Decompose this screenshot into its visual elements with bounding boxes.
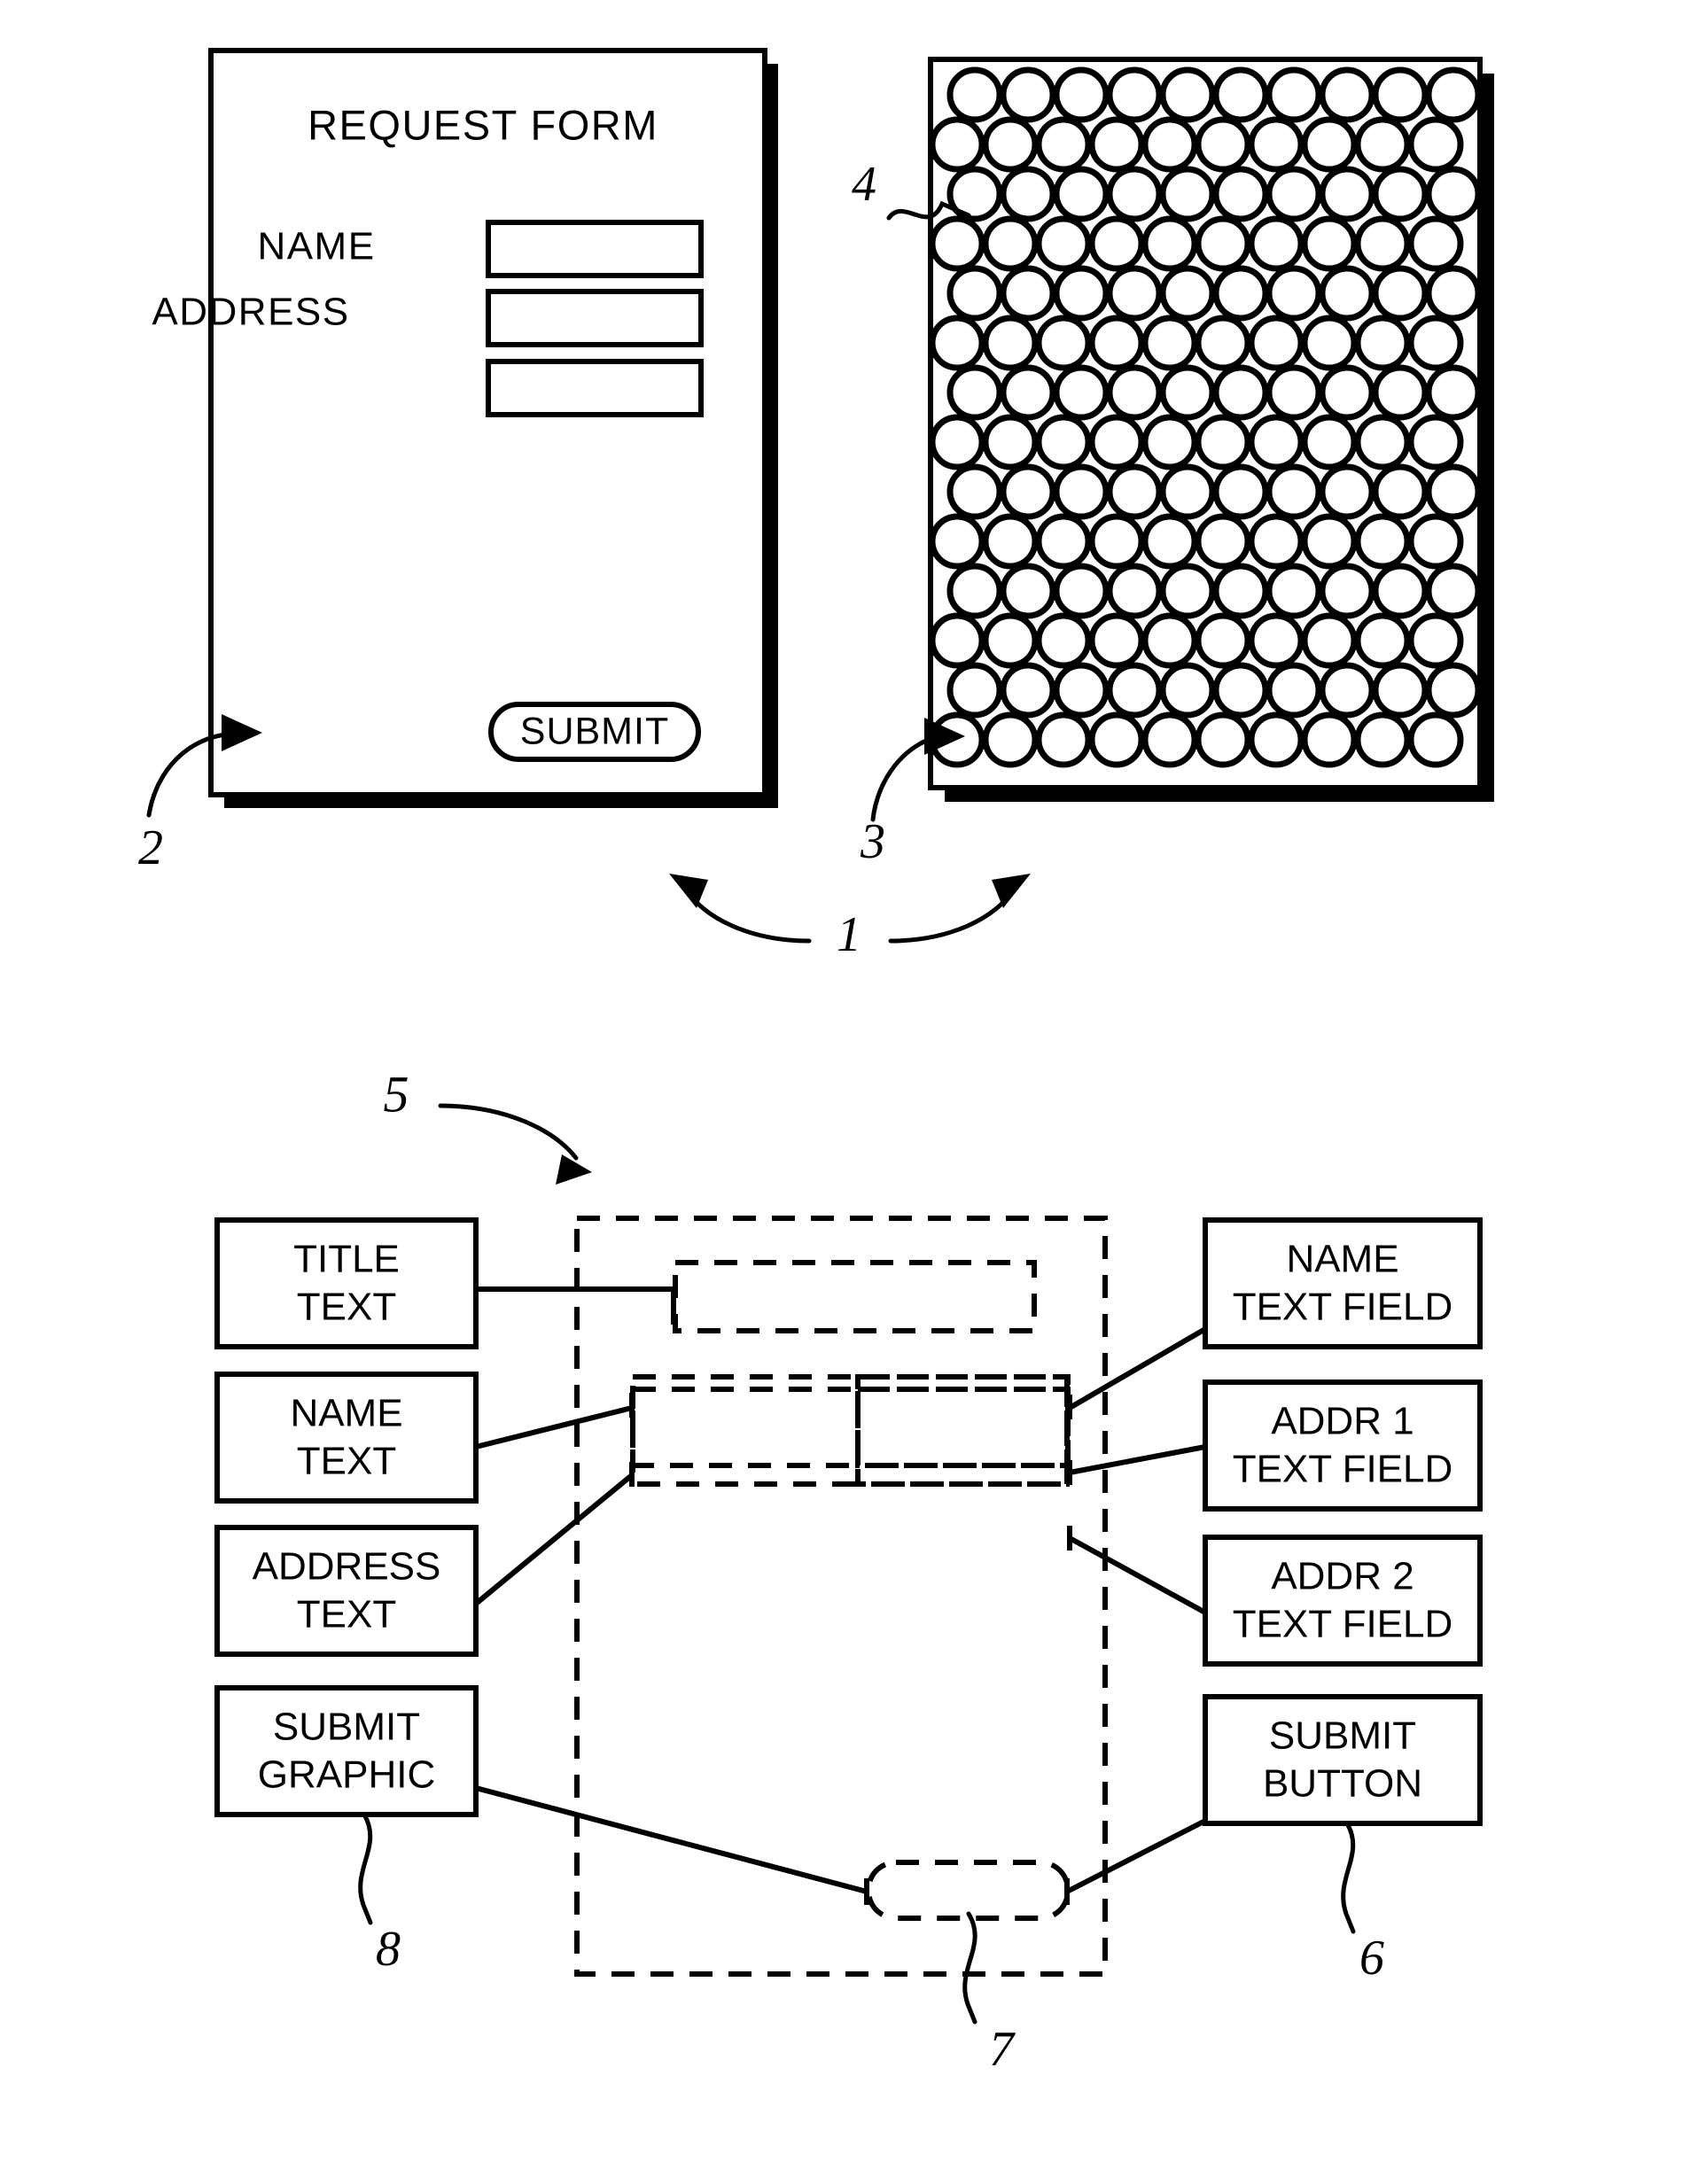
submit-object-outline (866, 1860, 1071, 1921)
connector-submit-graphic (475, 1785, 868, 1894)
reference-numeral-7: 7 (989, 2022, 1016, 2077)
request-form-title: REQUEST FORM (308, 101, 658, 148)
form-name-input[interactable] (486, 220, 704, 278)
reference-numeral-5: 5 (384, 1065, 409, 1123)
leader-7-curve (962, 1911, 977, 2025)
left-text-objects-outline-2 (630, 1387, 1070, 1487)
leader-8-group: 8 (358, 1812, 401, 1977)
box-addr-1-text-field-line2: TEXT FIELD (1233, 1448, 1453, 1491)
box-addr-2-text-field-line1: ADDR 2 (1271, 1555, 1414, 1598)
connector-addr-1-text-field (1069, 1444, 1206, 1475)
leader-5-group: 5 (384, 1065, 592, 1185)
reference-numeral-6: 6 (1359, 1931, 1384, 1986)
title-text-object-outline (673, 1260, 1037, 1333)
halftone-panel-group (928, 57, 1494, 802)
box-addr-2-text-field-line2: TEXT FIELD (1233, 1603, 1453, 1646)
box-name-text-line1: NAME (290, 1392, 402, 1435)
form-address-line1-input[interactable] (486, 289, 704, 347)
form-name-label: NAME (257, 225, 375, 268)
leader-8-curve (358, 1812, 373, 1925)
reference-numeral-2: 2 (138, 820, 163, 875)
box-address-text-line2: TEXT (297, 1593, 396, 1636)
form-submit-button-label: SUBMIT (520, 710, 669, 752)
box-submit-graphic-line1: SUBMIT (273, 1706, 420, 1749)
leader-1-left-curve (681, 883, 812, 944)
connector-addr-2-text-field (1068, 1535, 1207, 1615)
leader-7-group: 7 (962, 1911, 1016, 2077)
right-field-objects-outline-2 (855, 1387, 1071, 1487)
box-addr-1-text-field-line1: ADDR 1 (1271, 1400, 1414, 1443)
reference-numeral-8: 8 (376, 1922, 401, 1977)
figure-canvas: REQUEST FORM NAME ADDRESS SUBMIT 2 4 3 1… (138, 48, 1494, 2077)
box-name-text-field-line1: NAME (1286, 1238, 1398, 1281)
connector-lines-group (474, 1286, 1207, 1905)
connector-submit-button (1065, 1818, 1207, 1894)
leader-1-group: 1 (669, 874, 1031, 962)
box-title-text-line1: TITLE (293, 1238, 400, 1281)
leader-6-curve (1341, 1821, 1356, 1934)
form-address-line2-input[interactable] (486, 359, 704, 417)
reference-numeral-3: 3 (860, 814, 885, 869)
leader-6-group: 6 (1341, 1821, 1384, 1986)
left-column-group: TITLE TEXT NAME TEXT ADDRESS TEXT SUBMIT… (214, 1217, 479, 1817)
connector-address-text (474, 1473, 634, 1606)
box-submit-button-line1: SUBMIT (1269, 1714, 1416, 1758)
leader-5-arrowhead (556, 1154, 592, 1185)
request-form-page (208, 48, 767, 797)
leader-1-left-arrowhead (669, 874, 708, 908)
reference-numeral-1: 1 (837, 907, 861, 962)
box-submit-graphic-line2: GRAPHIC (258, 1753, 435, 1797)
connector-name-text (475, 1405, 633, 1450)
box-name-text-line2: TEXT (297, 1440, 396, 1483)
box-title-text-line2: TEXT (297, 1286, 396, 1329)
request-form-group: REQUEST FORM NAME ADDRESS SUBMIT (152, 48, 778, 808)
reference-numeral-4: 4 (852, 157, 876, 212)
leader-1-right-curve (888, 883, 1018, 944)
connector-name-text-field (1068, 1326, 1207, 1411)
form-address-label: ADDRESS (152, 291, 349, 334)
box-submit-button-line2: BUTTON (1263, 1762, 1422, 1806)
patent-figure: REQUEST FORM NAME ADDRESS SUBMIT 2 4 3 1… (0, 0, 1690, 2184)
right-column-group: NAME TEXT FIELD ADDR 1 TEXT FIELD ADDR 2… (1203, 1217, 1483, 1826)
leader-1-right-arrowhead (992, 874, 1031, 908)
box-name-text-field-line2: TEXT FIELD (1233, 1286, 1453, 1329)
leader-5-curve (438, 1103, 579, 1161)
box-address-text-line1: ADDRESS (253, 1545, 441, 1589)
